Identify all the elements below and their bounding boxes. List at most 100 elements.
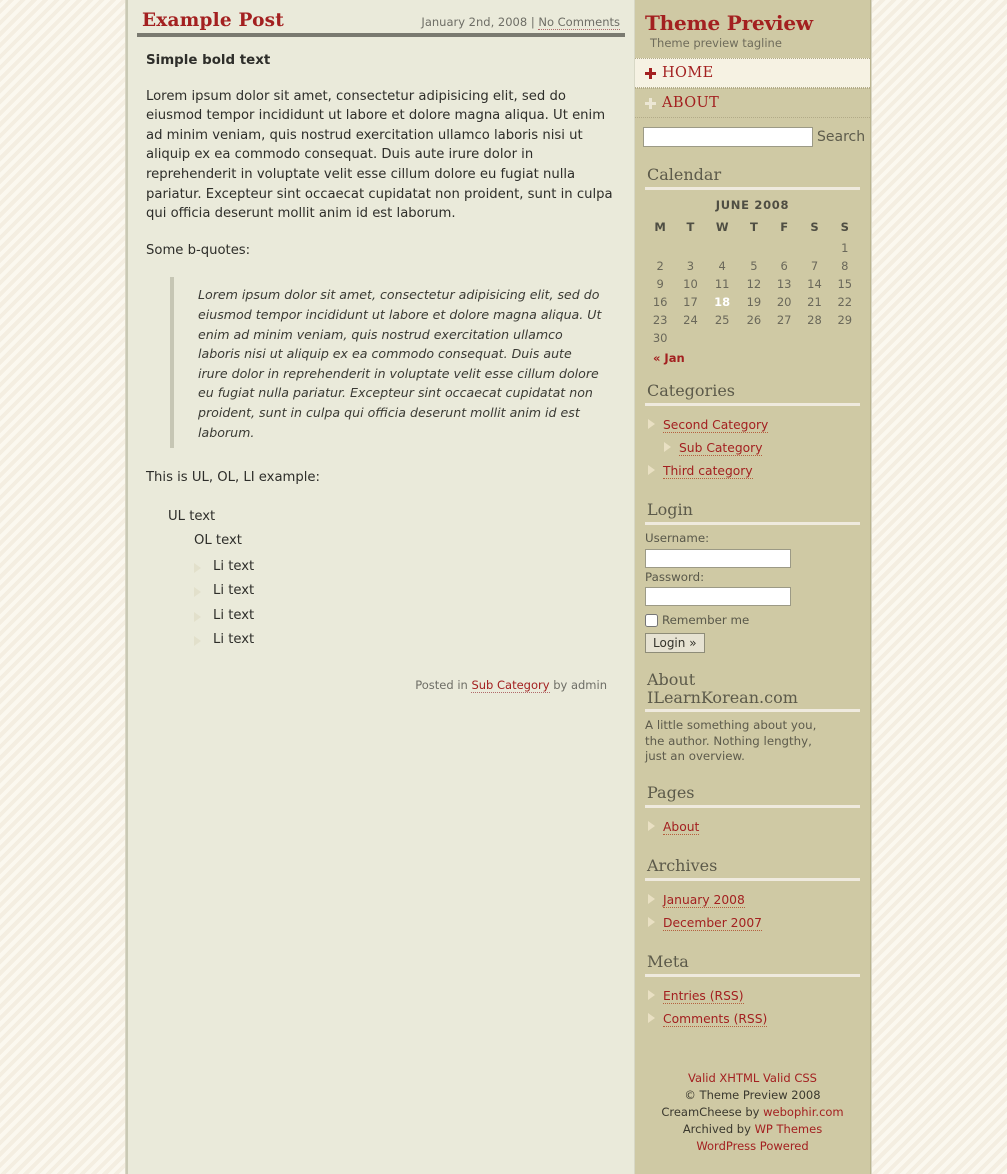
widget-meta-title: Meta (645, 944, 860, 977)
post-bold-lead: Simple bold text (146, 53, 271, 68)
list-item[interactable]: Second Category (645, 413, 860, 436)
search-form: Search (635, 118, 870, 157)
list-item[interactable]: Entries (RSS) (645, 984, 860, 1007)
valid-css-link[interactable]: Valid CSS (763, 1071, 817, 1085)
nav-item-about[interactable]: ABOUT (635, 88, 870, 118)
list-item[interactable]: Sub Category (645, 436, 860, 459)
calendar-day: 5 (750, 259, 758, 273)
calendar-prev-link[interactable]: « Jan (653, 351, 685, 365)
calendar-day: 7 (810, 259, 819, 273)
blog-tagline: Theme preview tagline (650, 36, 782, 50)
credits-wordpress: WordPress Powered (696, 1138, 809, 1153)
wp-themes-link[interactable]: WP Themes (755, 1122, 823, 1136)
sidebar-credits: Valid XHTML Valid CSS © Theme Preview 20… (635, 1040, 870, 1169)
category-link[interactable]: Second Category (663, 418, 769, 433)
calendar-day (739, 329, 769, 347)
main-content-column: Example Post January 2nd, 2008 | No Comm… (126, 0, 635, 1174)
calendar-day: 19 (746, 295, 762, 309)
list-item[interactable]: December 2007 (645, 911, 860, 934)
calendar-day: 28 (807, 313, 822, 327)
post-category-link[interactable]: Sub Category (471, 677, 550, 693)
post-meta: January 2nd, 2008 | No Comments (421, 15, 620, 30)
calendar-day: 21 (807, 295, 822, 309)
calendar-day: 4 (718, 259, 726, 273)
widget-categories-title: Categories (645, 373, 860, 406)
triangle-bullet-icon (648, 916, 655, 927)
post-quote-intro: Some b-quotes: (146, 242, 251, 258)
list-item[interactable]: January 2008 (645, 888, 860, 911)
widget-about-title-line2: ILearnKorean.com (647, 688, 798, 707)
weekday-header: S (810, 220, 819, 234)
meta-link[interactable]: Entries (RSS) (663, 988, 744, 1004)
calendar-day (645, 239, 675, 257)
remember-me-label: Remember me (662, 613, 750, 627)
widget-archives: Archives January 2008 December 2007 (635, 848, 870, 944)
list-item-label: Li text (213, 583, 255, 599)
calendar-day: 24 (683, 313, 698, 327)
password-label: Password: (645, 569, 705, 584)
triangle-bullet-icon (194, 611, 201, 622)
password-field[interactable] (645, 587, 791, 606)
list-item: Li text (194, 579, 619, 604)
calendar-day: 15 (837, 277, 853, 291)
search-button[interactable]: Search (813, 129, 865, 145)
calendar-day: 16 (652, 295, 668, 309)
meta-link[interactable]: Comments (RSS) (663, 1011, 768, 1027)
list-item: Li text (194, 604, 619, 629)
ul-text-item: UL text (168, 508, 216, 524)
archive-link[interactable]: December 2007 (663, 915, 762, 931)
widget-pages: Pages About (635, 775, 870, 848)
calendar-week-row: 9 10 11 12 13 14 15 (645, 275, 860, 293)
list-item[interactable]: About (645, 815, 860, 838)
ol-text-item: OL text (194, 532, 242, 548)
valid-xhtml-link[interactable]: Valid XHTML (688, 1071, 759, 1085)
triangle-bullet-icon (664, 442, 671, 452)
meta-list: Entries (RSS) Comments (RSS) (645, 977, 860, 1040)
post-footer: Posted in Sub Category by admin (146, 663, 619, 696)
pages-list: About (645, 808, 860, 848)
category-link[interactable]: Sub Category (679, 441, 763, 456)
widget-calendar: Calendar JUNE 2008 M T W T F S S 1 2 3 4… (635, 157, 870, 373)
calendar-day (675, 329, 705, 347)
triangle-bullet-icon (194, 636, 201, 647)
remember-me-checkbox[interactable] (645, 613, 658, 627)
comments-link[interactable]: No Comments (538, 15, 620, 30)
calendar-week-row: 2 3 4 5 6 7 8 (645, 257, 860, 275)
calendar-week-row: 23 24 25 26 27 28 29 (645, 311, 860, 329)
calendar-day: 23 (652, 313, 668, 327)
calendar-day: 27 (776, 313, 792, 327)
nav-item-home[interactable]: HOME (635, 58, 870, 88)
archive-link[interactable]: January 2008 (663, 892, 745, 908)
list-item[interactable]: Comments (RSS) (645, 1007, 860, 1030)
category-link[interactable]: Third category (663, 464, 753, 479)
widget-login: Login Username: Password: Remember me Lo… (635, 492, 870, 663)
calendar-wrapper: JUNE 2008 M T W T F S S 1 2 3 4 5 6 7 8 … (645, 190, 860, 373)
calendar-day (799, 239, 829, 257)
triangle-bullet-icon (194, 562, 201, 573)
calendar-day: 2 (656, 259, 664, 273)
blog-title: Theme Preview (645, 11, 813, 35)
triangle-bullet-icon (648, 820, 655, 831)
post-date: January 2nd, 2008 (421, 15, 528, 29)
widget-about-title: About ILearnKorean.com (645, 663, 860, 712)
calendar-nav: « Jan (645, 347, 860, 365)
move-icon (645, 97, 656, 109)
remember-me-row: Remember me (645, 613, 860, 627)
page-link[interactable]: About (663, 819, 700, 835)
triangle-bullet-icon (648, 419, 655, 429)
credits-theme-prefix: CreamCheese by (661, 1104, 760, 1119)
webophir-link[interactable]: webophir.com (763, 1105, 844, 1119)
weekday-header: S (840, 220, 849, 234)
widget-login-title: Login (645, 492, 860, 525)
search-input[interactable] (643, 127, 813, 147)
triangle-bullet-icon (194, 587, 201, 598)
calendar-day (706, 329, 739, 347)
list-item[interactable]: Third category (645, 459, 860, 482)
triangle-bullet-icon (648, 465, 655, 475)
calendar-day: 25 (714, 313, 730, 327)
username-field[interactable] (645, 548, 791, 568)
calendar-day: 14 (807, 277, 822, 291)
login-button[interactable]: Login » (645, 633, 705, 653)
credits-validation-row: Valid XHTML Valid CSS (641, 1070, 864, 1087)
post-list-intro: This is UL, OL, LI example: (146, 470, 320, 486)
